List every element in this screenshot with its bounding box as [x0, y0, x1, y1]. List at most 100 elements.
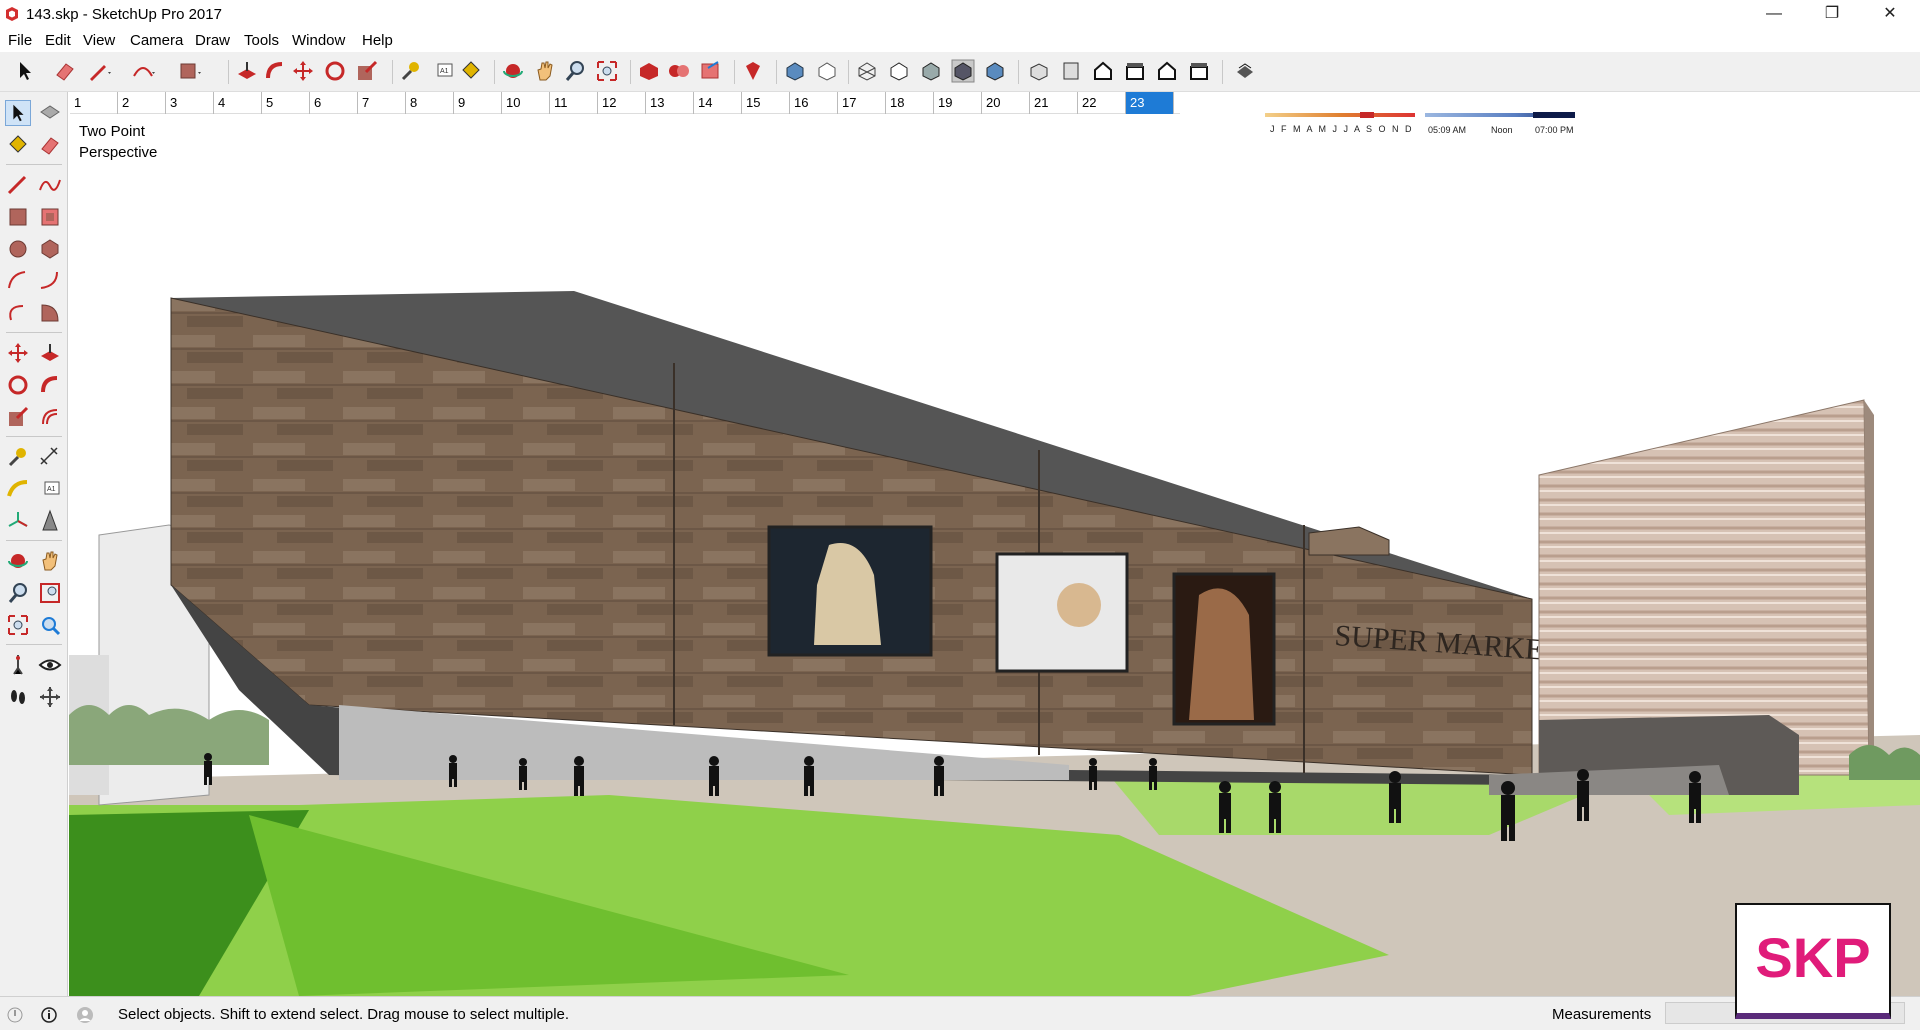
zoom-icon[interactable] [5, 580, 31, 606]
scene-tab[interactable]: 7 [358, 92, 406, 114]
top-view-icon[interactable] [1058, 58, 1084, 84]
back-edges-style-icon[interactable] [814, 58, 840, 84]
follow-me-icon[interactable] [37, 372, 63, 398]
3d-warehouse-icon[interactable] [636, 58, 662, 84]
scene-tab[interactable]: 22 [1078, 92, 1126, 114]
scale-icon[interactable] [354, 58, 380, 84]
scale-icon[interactable] [5, 404, 31, 430]
close-button[interactable]: ✕ [1861, 0, 1919, 30]
axes-icon[interactable] [5, 508, 31, 534]
scene-tab[interactable]: 2 [118, 92, 166, 114]
orbit-icon[interactable] [500, 58, 526, 84]
section-plane-icon[interactable] [37, 684, 63, 710]
menu-file[interactable]: File [8, 32, 32, 49]
scene-tab[interactable]: 3 [166, 92, 214, 114]
three-point-arc-icon[interactable] [5, 300, 31, 326]
shadows-toggle-icon[interactable] [1232, 58, 1258, 84]
scene-tab[interactable]: 20 [982, 92, 1030, 114]
pan-hand-icon[interactable] [532, 58, 558, 84]
push-pull-icon[interactable] [37, 340, 63, 366]
rectangle-icon[interactable] [5, 204, 31, 230]
credits-info-icon[interactable] [40, 1006, 58, 1024]
scene-tab[interactable]: 16 [790, 92, 838, 114]
text-icon[interactable]: A1 [37, 476, 63, 502]
scene-tab[interactable]: 17 [838, 92, 886, 114]
extension-warehouse-icon[interactable] [698, 58, 724, 84]
arc-icon[interactable] [130, 58, 156, 84]
scene-tab[interactable]: 6 [310, 92, 358, 114]
scene-tab[interactable]: 18 [886, 92, 934, 114]
right-view-icon[interactable] [1122, 58, 1148, 84]
scene-tab[interactable]: 4 [214, 92, 262, 114]
geo-location-icon[interactable] [6, 1006, 24, 1024]
move-icon[interactable] [5, 340, 31, 366]
previous-view-icon[interactable] [37, 612, 63, 638]
3d-text-icon[interactable] [37, 508, 63, 534]
zoom-extents-icon[interactable] [594, 58, 620, 84]
tape-measure-icon[interactable] [5, 444, 31, 470]
zoom-icon[interactable] [562, 58, 588, 84]
restore-button[interactable]: ❐ [1803, 0, 1861, 30]
menu-camera[interactable]: Camera [130, 32, 183, 49]
arc-icon[interactable] [5, 268, 31, 294]
walk-footprints-icon[interactable] [5, 684, 31, 710]
front-view-icon[interactable] [1090, 58, 1116, 84]
hidden-line-style-icon[interactable] [886, 58, 912, 84]
monochrome-style-icon[interactable] [982, 58, 1008, 84]
paint-bucket-icon[interactable] [458, 58, 484, 84]
eraser-icon[interactable] [37, 132, 63, 158]
scene-tab[interactable]: 8 [406, 92, 454, 114]
scene-tab[interactable]: 12 [598, 92, 646, 114]
pan-hand-icon[interactable] [37, 548, 63, 574]
menu-edit[interactable]: Edit [45, 32, 71, 49]
zoom-extents-icon[interactable] [5, 612, 31, 638]
eraser-icon[interactable] [52, 58, 78, 84]
scene-tab[interactable]: 5 [262, 92, 310, 114]
menu-draw[interactable]: Draw [195, 32, 230, 49]
menu-help[interactable]: Help [362, 32, 393, 49]
back-view-icon[interactable] [1154, 58, 1180, 84]
text-icon[interactable]: A1 [430, 58, 456, 84]
tape-measure-icon[interactable] [398, 58, 424, 84]
rotate-icon[interactable] [322, 58, 348, 84]
model-viewport[interactable]: SUPER MARKET Two Point Perspective [69, 115, 1920, 996]
minimize-button[interactable]: — [1745, 0, 1803, 30]
freehand-icon[interactable] [37, 172, 63, 198]
xray-style-icon[interactable] [782, 58, 808, 84]
wireframe-style-icon[interactable] [854, 58, 880, 84]
follow-me-icon[interactable] [262, 58, 288, 84]
protractor-icon[interactable] [5, 476, 31, 502]
menu-view[interactable]: View [83, 32, 115, 49]
move-icon[interactable] [290, 58, 316, 84]
menu-window[interactable]: Window [292, 32, 345, 49]
dimension-icon[interactable] [37, 444, 63, 470]
scene-tab[interactable]: 9 [454, 92, 502, 114]
scene-tab[interactable]: 10 [502, 92, 550, 114]
two-point-arc-icon[interactable] [37, 268, 63, 294]
scene-tab-active[interactable]: 23 [1126, 92, 1174, 114]
orbit-icon[interactable] [5, 548, 31, 574]
scene-tab[interactable]: 19 [934, 92, 982, 114]
paint-bucket-icon[interactable] [5, 132, 31, 158]
scene-tab[interactable]: 13 [646, 92, 694, 114]
scene-tab[interactable]: 14 [694, 92, 742, 114]
components-icon[interactable] [666, 58, 692, 84]
pie-icon[interactable] [37, 300, 63, 326]
line-icon[interactable] [5, 172, 31, 198]
shaded-textures-style-icon[interactable] [950, 58, 976, 84]
scene-tab[interactable]: 11 [550, 92, 598, 114]
select-arrow-icon[interactable] [5, 100, 31, 126]
position-camera-icon[interactable] [5, 652, 31, 678]
shaded-style-icon[interactable] [918, 58, 944, 84]
select-arrow-icon[interactable] [12, 58, 38, 84]
polygon-icon[interactable] [37, 236, 63, 262]
look-around-eye-icon[interactable] [37, 652, 63, 678]
left-view-icon[interactable] [1186, 58, 1212, 84]
zoom-window-icon[interactable] [37, 580, 63, 606]
scene-tab[interactable]: 1 [70, 92, 118, 114]
scene-tab[interactable]: 15 [742, 92, 790, 114]
user-account-icon[interactable] [76, 1006, 94, 1024]
ruby-console-icon[interactable] [740, 58, 766, 84]
scene-tab[interactable]: 21 [1030, 92, 1078, 114]
offset-icon[interactable] [37, 404, 63, 430]
